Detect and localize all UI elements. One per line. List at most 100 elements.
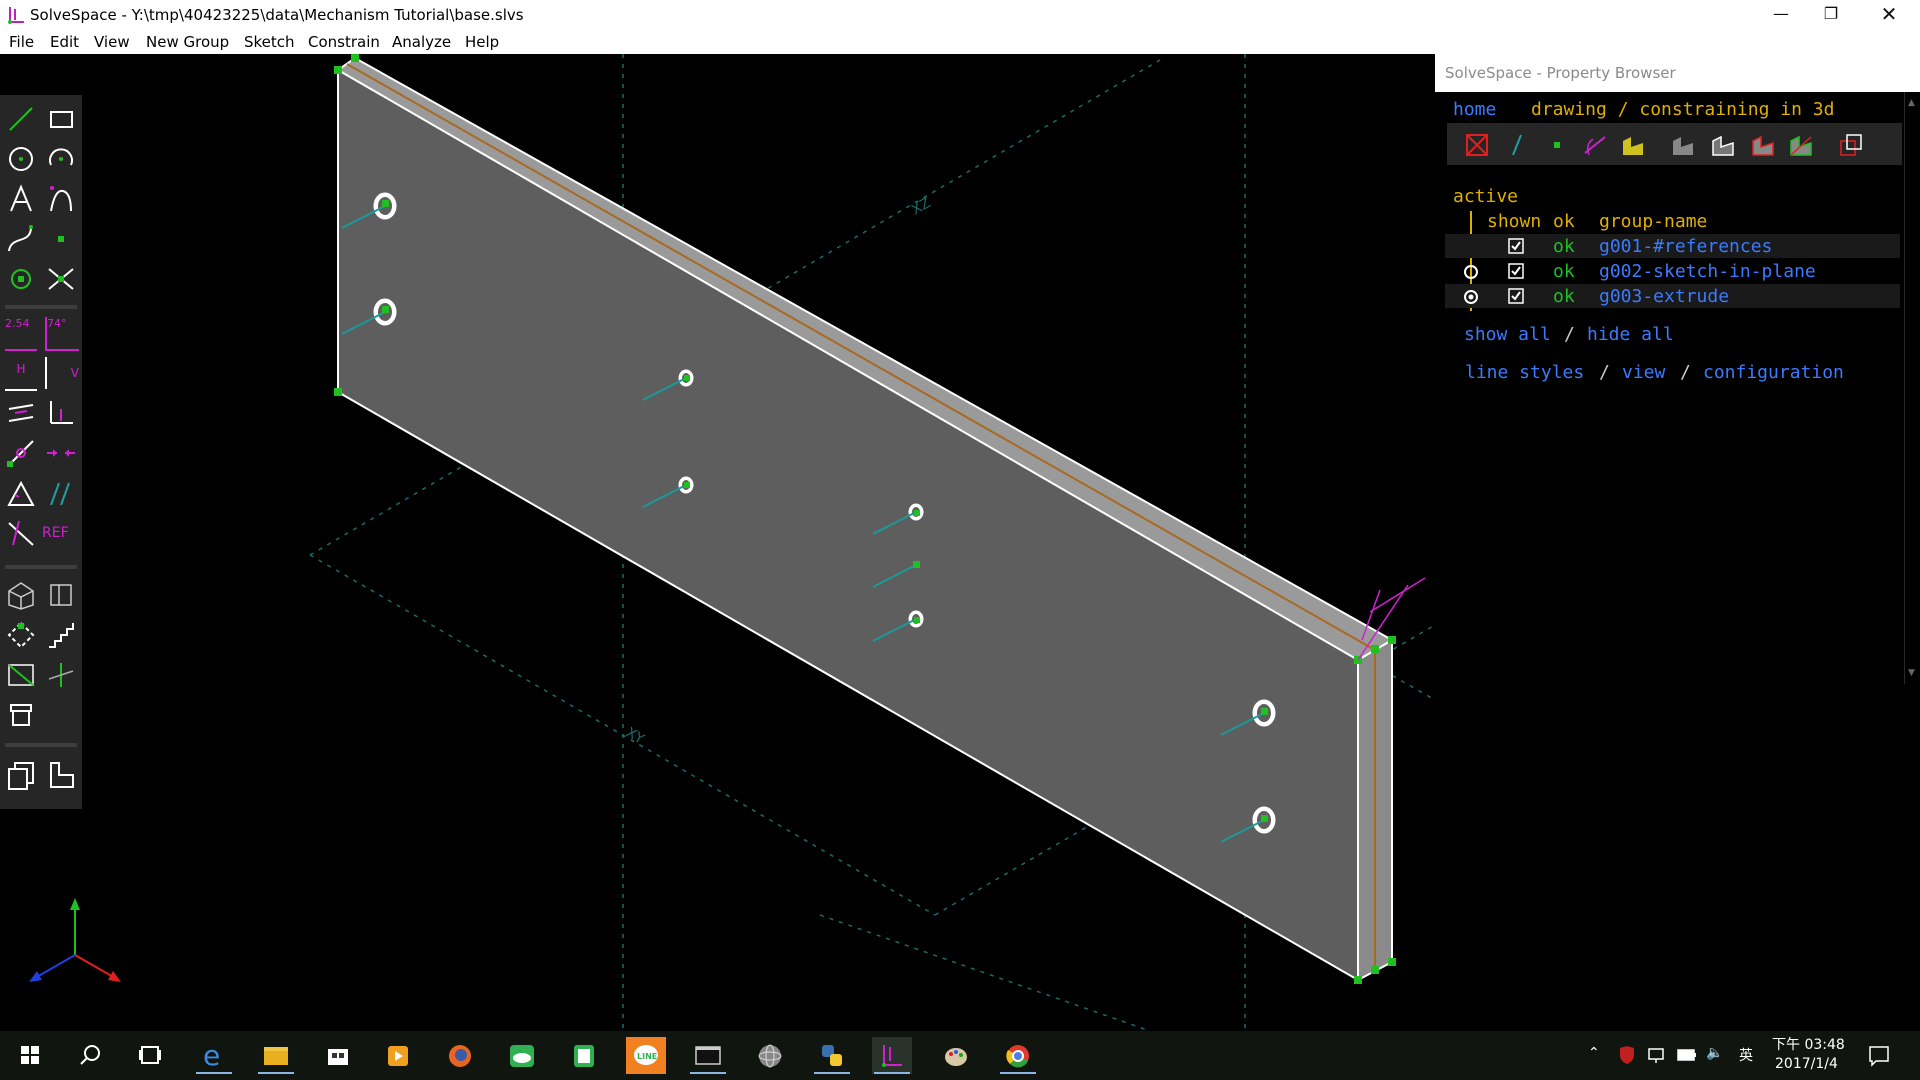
view-link[interactable]: view — [1622, 362, 1665, 383]
group-name-link[interactable]: g003-extrude — [1599, 286, 1729, 307]
reference-icon[interactable]: REF — [42, 525, 74, 557]
extrude-icon[interactable] — [45, 659, 77, 691]
symmetric-icon[interactable] — [45, 437, 77, 469]
show-edges-icon[interactable] — [1709, 131, 1737, 159]
window-title: SolveSpace - Y:\tmp\40423225\data\Mechan… — [30, 6, 524, 24]
toolbar-separator — [5, 565, 77, 569]
show-normals-icon[interactable] — [1503, 131, 1531, 159]
vertical-constraint-icon[interactable]: V — [45, 357, 79, 389]
show-faces-icon[interactable] — [1619, 131, 1647, 159]
parallel-icon[interactable] — [5, 397, 37, 429]
lock-point-icon[interactable] — [45, 477, 77, 509]
scroll-down-icon[interactable]: ▼ — [1908, 668, 1915, 678]
group-name-link[interactable]: g001-#references — [1599, 236, 1772, 257]
close-button[interactable]: ✕ — [1866, 0, 1912, 30]
minimize-button[interactable]: — — [1758, 0, 1804, 30]
property-browser-scrollbar[interactable]: ▲ ▼ — [1904, 92, 1920, 684]
store-icon[interactable] — [318, 1037, 358, 1074]
perpendicular-icon[interactable] — [45, 397, 77, 429]
nearest-ortho-view-icon[interactable] — [45, 579, 77, 611]
menu-analyze[interactable]: Analyze — [392, 33, 451, 51]
shown-checkbox-icon[interactable] — [1508, 263, 1524, 279]
scroll-up-icon[interactable]: ▲ — [1908, 98, 1915, 108]
group-step-and-repeat-icon[interactable] — [5, 759, 37, 791]
step-dimension-icon[interactable] — [45, 619, 77, 651]
menu-view[interactable]: View — [94, 33, 130, 51]
antivirus-icon[interactable] — [1618, 1045, 1636, 1065]
group-linked-icon[interactable] — [45, 759, 77, 791]
model-canvas[interactable]: XZ XY 2.54 74° H V REF — [0, 54, 1436, 1032]
solvespace-taskbar-icon[interactable] — [872, 1037, 912, 1074]
equal-icon[interactable] — [5, 477, 37, 509]
tangent-arc-icon[interactable] — [45, 183, 77, 215]
line-styles-link[interactable]: line styles — [1465, 362, 1584, 383]
media-player-icon[interactable] — [378, 1037, 418, 1074]
clock-date[interactable]: 2017/1/4 — [1775, 1056, 1838, 1072]
show-perspective-icon[interactable] — [1837, 131, 1865, 159]
construction-point-icon[interactable] — [5, 263, 37, 295]
other-angle-icon[interactable] — [5, 517, 37, 549]
text-icon[interactable] — [5, 183, 37, 215]
task-view-icon[interactable] — [130, 1037, 170, 1074]
hide-all-link[interactable]: hide all — [1587, 324, 1674, 345]
terminal-icon[interactable] — [688, 1037, 728, 1074]
shown-checkbox-icon[interactable] — [1508, 288, 1524, 304]
notifications-icon[interactable] — [1868, 1045, 1890, 1067]
shown-checkbox-icon[interactable] — [1508, 238, 1524, 254]
notepad-app-icon[interactable] — [564, 1037, 604, 1074]
group-name-link[interactable]: g002-sketch-in-plane — [1599, 261, 1816, 282]
menu-constrain[interactable]: Constrain — [308, 33, 380, 51]
rectangle-icon[interactable] — [45, 103, 77, 135]
line-segment-icon[interactable] — [5, 103, 37, 135]
cloud-app-icon[interactable] — [502, 1037, 542, 1074]
menu-help[interactable]: Help — [465, 33, 499, 51]
show-points-icon[interactable] — [1543, 131, 1571, 159]
show-constraints-icon[interactable] — [1581, 131, 1609, 159]
network-icon[interactable] — [1647, 1047, 1667, 1065]
distance-dimension-icon[interactable]: 2.54 — [5, 317, 37, 351]
configuration-link[interactable]: configuration — [1703, 362, 1844, 383]
volume-icon[interactable]: 🔈 — [1706, 1045, 1723, 1061]
show-outline-icon[interactable] — [1787, 131, 1815, 159]
edge-icon[interactable]: e — [194, 1037, 234, 1074]
split-curves-icon[interactable] — [45, 263, 77, 295]
file-explorer-icon[interactable] — [256, 1037, 296, 1074]
workplane-icon[interactable] — [5, 659, 37, 691]
clock-time[interactable]: 下午 03:48 — [1772, 1034, 1845, 1054]
horizontal-constraint-icon[interactable]: H — [5, 357, 37, 391]
menu-file[interactable]: File — [9, 33, 34, 51]
arc-icon[interactable] — [45, 143, 77, 175]
nearest-iso-view-icon[interactable] — [5, 579, 37, 611]
show-shaded-icon[interactable] — [1669, 131, 1697, 159]
toggle-construction-icon[interactable] — [5, 619, 37, 651]
firefox-icon[interactable] — [440, 1037, 480, 1074]
active-radio-icon[interactable] — [1463, 264, 1479, 280]
show-workplanes-icon[interactable] — [1463, 131, 1491, 159]
menu-edit[interactable]: Edit — [50, 33, 79, 51]
bezier-spline-icon[interactable] — [5, 223, 37, 255]
search-icon[interactable] — [70, 1037, 110, 1074]
circle-icon[interactable] — [5, 143, 37, 175]
restore-button[interactable]: ❐ — [1808, 0, 1854, 30]
paint-icon[interactable] — [936, 1037, 976, 1074]
show-mesh-icon[interactable] — [1749, 131, 1777, 159]
lathe-icon[interactable] — [5, 699, 37, 731]
battery-icon[interactable] — [1677, 1048, 1697, 1062]
front-face[interactable] — [338, 70, 1358, 980]
model-view[interactable]: XZ XY — [0, 54, 1436, 1032]
sphere-app-icon[interactable] — [750, 1037, 790, 1074]
line-app-icon[interactable]: LINE — [626, 1037, 666, 1074]
python-icon[interactable] — [812, 1037, 852, 1074]
angle-dimension-icon[interactable]: 74° — [45, 317, 79, 351]
active-radio-selected-icon[interactable] — [1463, 289, 1479, 305]
start-icon[interactable] — [10, 1037, 50, 1074]
menu-sketch[interactable]: Sketch — [244, 33, 295, 51]
menu-new-group[interactable]: New Group — [146, 33, 229, 51]
tray-overflow-icon[interactable]: ⌃ — [1588, 1045, 1600, 1061]
point-icon[interactable] — [45, 223, 77, 255]
point-on-line-icon[interactable] — [5, 437, 37, 469]
chrome-icon[interactable] — [998, 1037, 1038, 1074]
ime-indicator[interactable]: 英 — [1739, 1045, 1753, 1065]
home-link[interactable]: home — [1453, 99, 1496, 120]
show-all-link[interactable]: show all — [1464, 324, 1551, 345]
